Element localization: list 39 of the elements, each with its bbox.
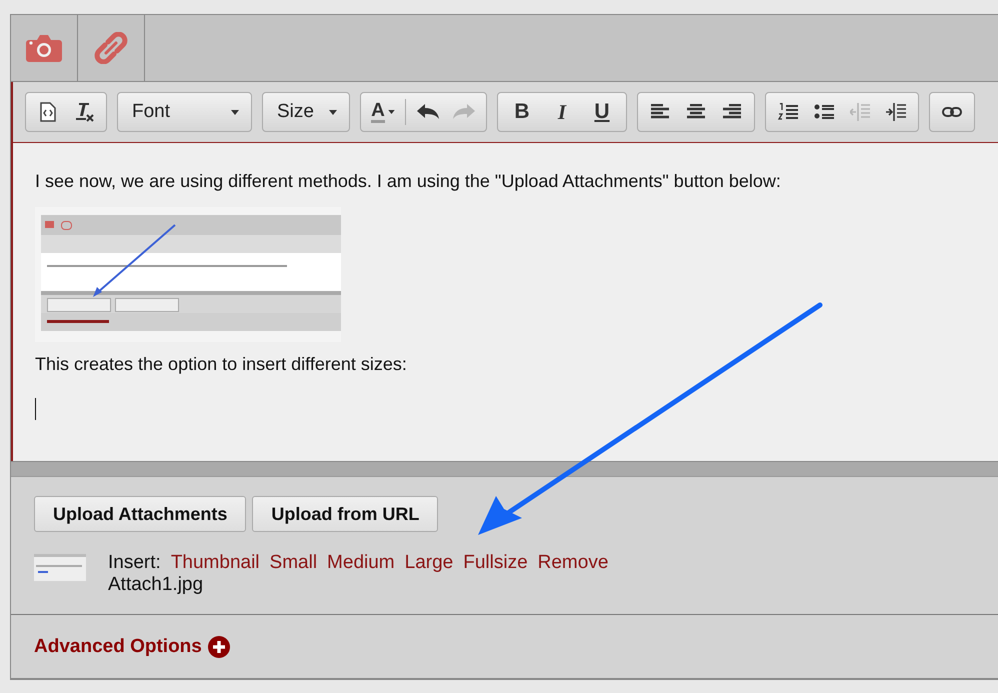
numbered-list-icon [778,103,798,121]
italic-button[interactable]: I [542,94,582,130]
bulleted-list-icon [814,103,834,121]
insert-label: Insert: [108,552,161,574]
camera-icon [26,34,62,62]
insert-size-link[interactable]: Large [404,552,454,574]
insert-size-link[interactable]: Small [270,552,318,574]
upload-from-url-button[interactable]: Upload from URL [252,496,438,532]
chain-icon [942,106,962,118]
font-dropdown[interactable]: Font [117,92,252,132]
clear-format-icon [73,101,95,123]
upload-attachments-button[interactable]: Upload Attachments [34,496,246,532]
align-left-icon [651,104,669,120]
link-icon [92,32,130,64]
align-right-icon [723,104,741,120]
text-color-button[interactable]: A [365,94,401,130]
paragraph: This creates the option to insert different sizes: [35,353,408,376]
insert-size-link[interactable]: Remove [538,552,608,574]
insert-size-link[interactable]: Fullsize [463,552,528,574]
insert-size-link[interactable]: Thumbnail [170,552,260,574]
editor-content-area[interactable]: I see now, we are using different methods. I am using the "Upload Attachments" button below: This creates the option to insert different sizes: [13,143,998,461]
text-cursor [35,398,36,420]
advanced-options-link[interactable]: Advanced Options [34,636,230,658]
insert-size-link[interactable]: Medium [327,552,395,574]
caret-icon [329,110,337,114]
indent-icon [886,103,906,121]
undo-arrow-icon [417,104,439,120]
attachment-filename: Attach1.jpg [108,574,204,596]
caret-icon [231,110,239,114]
attachment-thumbnail [34,554,86,581]
document-icon [40,102,56,122]
outdent-icon [850,103,870,121]
underline-button[interactable]: U [582,94,622,130]
size-dropdown[interactable]: Size [262,92,350,132]
caret-icon [388,110,395,114]
paragraph: I see now, we are using different methods. I am using the "Upload Attachments" button below: [35,170,782,193]
redo-arrow-icon [453,104,475,120]
bold-button[interactable]: B [502,94,542,130]
align-center-icon [687,104,705,120]
